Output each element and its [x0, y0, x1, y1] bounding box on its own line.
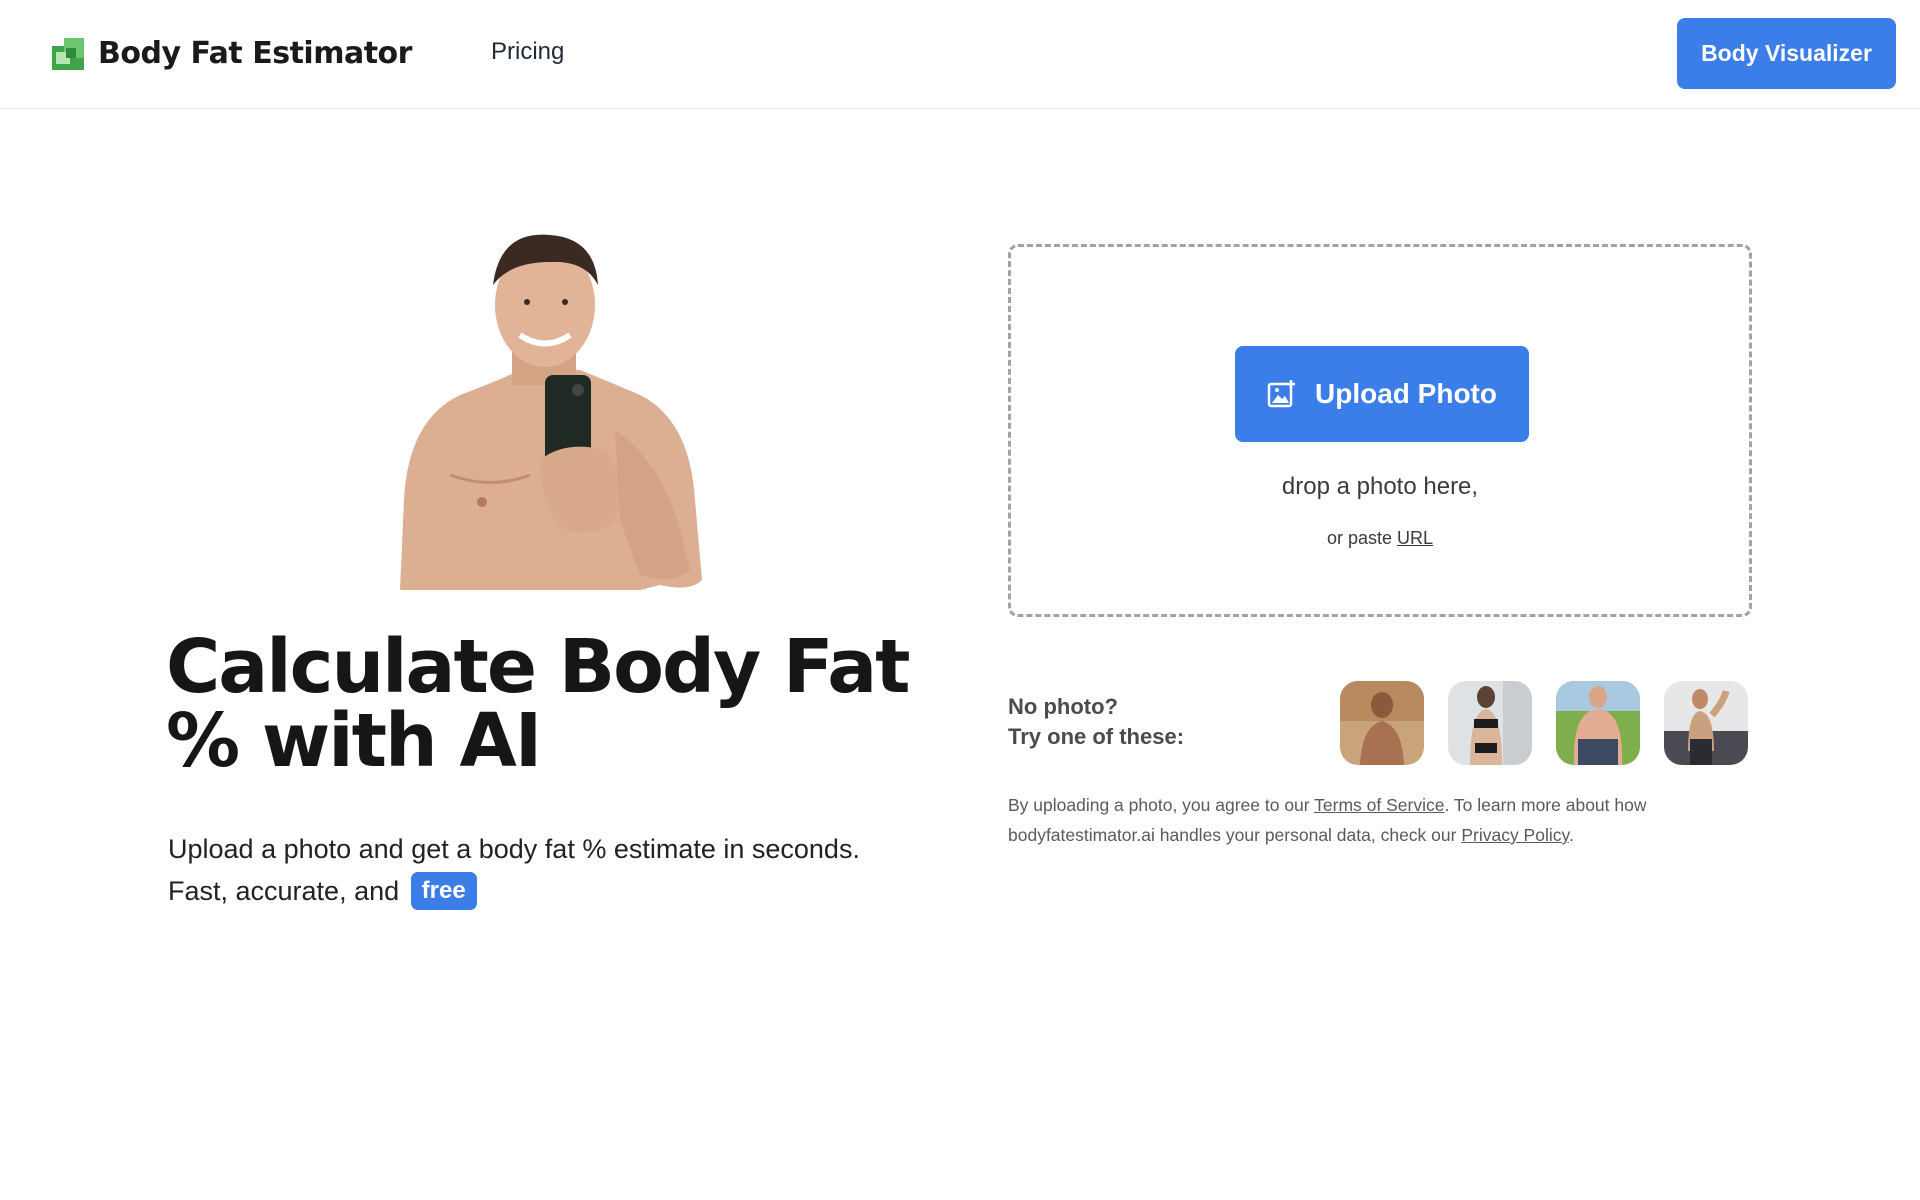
drop-hint: drop a photo here, [1281, 473, 1479, 500]
sample-photo-1[interactable] [1340, 681, 1424, 765]
sample-photo-3[interactable] [1556, 681, 1640, 765]
brand-logo-link[interactable]: Body Fat Estimator [52, 36, 412, 71]
brand-name: Body Fat Estimator [98, 36, 412, 71]
paste-hint: or paste URL [1011, 528, 1749, 549]
sample-photo-4-image [1664, 681, 1748, 765]
paste-prefix: or paste [1326, 528, 1392, 548]
hero-subtitle-line2: Fast, accurate, and [168, 876, 400, 906]
hero-subtitle-line1: Upload a photo and get a body fat % esti… [168, 834, 860, 864]
upload-photo-button[interactable]: Upload Photo [1235, 346, 1529, 442]
sample-photo-3-image [1556, 681, 1640, 765]
sample-photo-1-image [1340, 681, 1424, 765]
sample-prompt-line2: Try one of these: [1008, 724, 1185, 749]
hero-subtitle: Upload a photo and get a body fat % esti… [168, 828, 928, 912]
sample-photo-4[interactable] [1664, 681, 1748, 765]
logo-icon [52, 37, 84, 70]
paste-url-link[interactable]: URL [1397, 528, 1433, 548]
sample-photo-2-image [1448, 681, 1532, 765]
legal-text-3: . [1568, 825, 1574, 845]
free-badge: free [410, 871, 477, 910]
nav-pricing-link[interactable]: Pricing [491, 38, 564, 66]
upload-photo-label: Upload Photo [1315, 378, 1497, 409]
hero-title: Calculate Body Fat % with AI [166, 624, 911, 784]
legal-notice: By uploading a photo, you agree to our T… [1008, 790, 1728, 850]
hero-person-image [400, 234, 702, 590]
sample-prompt-line1: No photo? [1008, 694, 1118, 719]
photo-dropzone[interactable]: Upload Photo drop a photo here, or paste… [1008, 244, 1752, 617]
image-upload-icon [1267, 380, 1295, 408]
sample-photo-2[interactable] [1448, 681, 1532, 765]
sample-prompt: No photo? Try one of these: [1008, 692, 1184, 752]
body-visualizer-button[interactable]: Body Visualizer [1677, 18, 1896, 89]
privacy-policy-link[interactable]: Privacy Policy [1461, 825, 1569, 845]
legal-text-1: By uploading a photo, you agree to our [1008, 795, 1315, 815]
sample-photos [1340, 681, 1748, 765]
top-navbar: Body Fat Estimator Pricing Body Visualiz… [0, 0, 1920, 109]
terms-of-service-link[interactable]: Terms of Service [1314, 795, 1444, 815]
